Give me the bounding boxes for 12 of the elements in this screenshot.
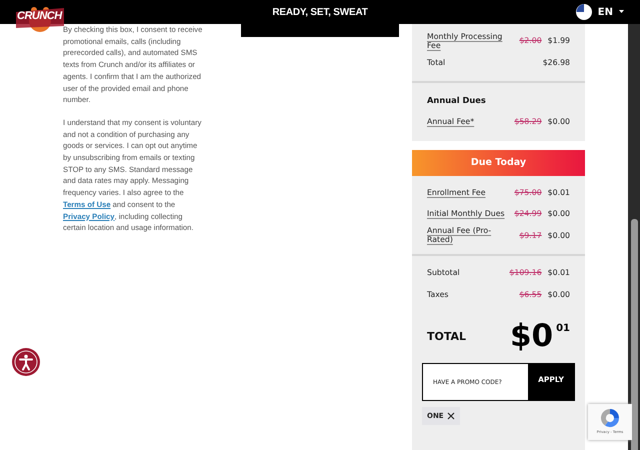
accessibility-icon[interactable] [12,348,40,376]
caret-icon [619,10,624,14]
recaptcha-icon [599,407,621,429]
section-heading: Annual Dues [427,94,487,107]
language-selector[interactable]: EN [576,4,624,20]
due-today-banner: Due Today [412,150,585,176]
total-dollars: $0 [510,319,554,353]
total-cents: 01 [556,323,570,334]
page-title: READY, SET, SWEAT [272,6,368,18]
close-icon[interactable] [446,412,455,420]
scrollbar[interactable] [628,24,640,450]
total-label: TOTAL [427,330,466,342]
